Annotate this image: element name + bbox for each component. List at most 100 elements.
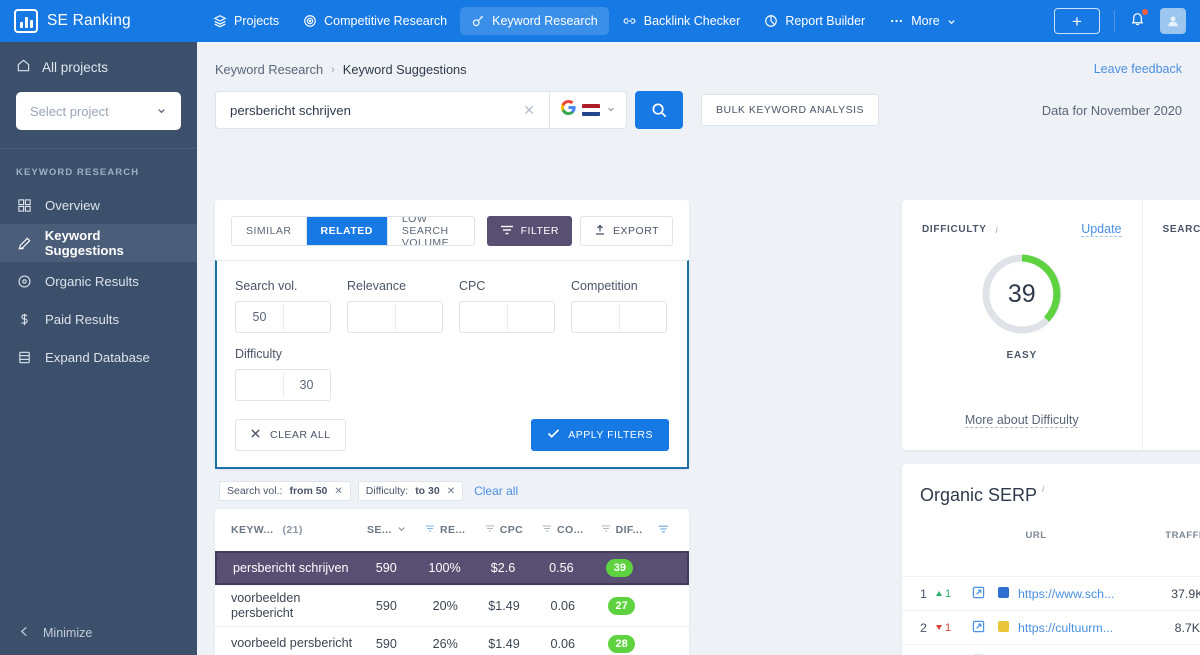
brand-logo-area[interactable]: SE Ranking <box>14 9 184 33</box>
sidebar: All projects Select project KEYWORD RESE… <box>0 42 197 655</box>
difficulty-update-link[interactable]: Update <box>1081 222 1122 237</box>
sidebar-all-projects[interactable]: All projects <box>16 58 181 76</box>
filter-icon[interactable] <box>425 524 435 536</box>
breadcrumb-root[interactable]: Keyword Research <box>215 62 323 77</box>
sidebar-all-projects-label: All projects <box>42 59 109 75</box>
search-input[interactable] <box>230 102 520 118</box>
sidebar-minimize-button[interactable]: Minimize <box>0 610 197 655</box>
nav-item-report-builder[interactable]: Report Builder <box>753 7 876 35</box>
nav-item-backlink-checker[interactable]: Backlink Checker <box>611 7 752 35</box>
sidebar-section-label: KEYWORD RESEARCH <box>16 167 140 178</box>
close-icon <box>250 428 261 442</box>
difficulty-rating: EASY <box>1006 350 1037 361</box>
clear-search-icon[interactable]: ✕ <box>519 102 539 119</box>
nav-item-competitive-research[interactable]: Competitive Research <box>292 7 458 35</box>
serp-url[interactable]: https://cultuurm... <box>1018 621 1152 635</box>
export-icon <box>594 224 606 239</box>
column-header-keyword[interactable]: KEYW... (21) <box>231 524 357 536</box>
difficulty-gauge-wrap: 39 EASY <box>922 251 1122 361</box>
column-header-competition[interactable]: CO... <box>533 524 592 536</box>
pie-chart-icon <box>764 14 778 28</box>
table-row[interactable]: voorbeelden persbericht 590 20% $1.49 0.… <box>215 585 689 626</box>
sidebar-item-overview[interactable]: Overview <box>0 186 197 224</box>
ellipsis-icon <box>889 14 904 28</box>
project-select[interactable]: Select project <box>16 92 181 130</box>
filter-chip-search-volume[interactable]: Search vol.: from 50 ✕ <box>219 481 351 501</box>
check-icon <box>547 428 560 442</box>
cell-competition: 0.56 <box>549 561 574 575</box>
search-engine-country-selector[interactable] <box>550 91 627 129</box>
filter-button[interactable]: FILTER <box>486 216 573 246</box>
keyword-search-box[interactable]: ✕ <box>215 91 550 129</box>
sidebar-item-organic-results[interactable]: Organic Results <box>0 262 197 300</box>
bulk-keyword-analysis-button[interactable]: BULK KEYWORD ANALYSIS <box>701 94 880 126</box>
external-link-icon[interactable] <box>972 586 998 602</box>
arrow-up-icon <box>936 591 942 596</box>
tab-similar[interactable]: SIMILAR <box>232 217 307 245</box>
nav-item-projects[interactable]: Projects <box>202 7 290 35</box>
column-header-relevance[interactable]: RE... <box>416 524 475 536</box>
info-icon[interactable]: i <box>1042 484 1044 494</box>
tab-related[interactable]: RELATED <box>306 217 388 245</box>
filter-to-difficulty[interactable]: 30 <box>283 378 330 392</box>
difficulty-gauge: 39 <box>979 251 1065 337</box>
nav-item-more[interactable]: More <box>878 7 966 35</box>
add-button[interactable]: + <box>1054 8 1100 34</box>
sidebar-item-keyword-suggestions[interactable]: Keyword Suggestions <box>0 224 197 262</box>
remove-chip-icon[interactable]: ✕ <box>447 486 455 497</box>
filter-label-cpc: CPC <box>459 279 486 293</box>
sidebar-item-expand-database[interactable]: Expand Database <box>0 338 197 376</box>
divider <box>283 373 284 397</box>
serp-row[interactable]: 2 1 https://cultuurm... 8.7K $8K 8.5K <box>902 610 1200 644</box>
tab-low-search-volume[interactable]: LOW SEARCH VOLUME <box>387 217 474 245</box>
suggestions-toolbar: SIMILAR RELATED LOW SEARCH VOLUME FILTER… <box>215 200 689 260</box>
column-header-search-volume[interactable]: SE... <box>357 524 416 536</box>
apply-filters-button[interactable]: APPLY FILTERS <box>531 419 669 451</box>
external-link-icon[interactable] <box>972 620 998 636</box>
serp-row[interactable]: 3 https://www.ma... 67.1K $45K 11.1K <box>902 644 1200 655</box>
filter-input-search-volume[interactable]: 50 <box>235 301 331 333</box>
info-icon[interactable]: i <box>996 225 998 235</box>
table-row[interactable]: voorbeeld persbericht 590 26% $1.49 0.06… <box>215 626 689 655</box>
column-header-actions[interactable] <box>651 524 677 537</box>
filter-input-cpc[interactable] <box>459 301 555 333</box>
filter-from-search-volume[interactable]: 50 <box>236 310 283 324</box>
arrow-left-icon <box>18 625 31 641</box>
nav-item-keyword-research[interactable]: Keyword Research <box>460 7 609 35</box>
serp-position: 1 <box>920 586 927 601</box>
country-flag-icon-netherlands <box>581 104 600 116</box>
search-submit-button[interactable] <box>635 91 683 129</box>
clear-all-chips-link[interactable]: Clear all <box>474 484 518 498</box>
chip-value-difficulty: to 30 <box>415 485 440 497</box>
filter-input-competition[interactable] <box>571 301 667 333</box>
filter-icon[interactable] <box>658 524 669 537</box>
filter-chip-difficulty[interactable]: Difficulty: to 30 ✕ <box>357 481 464 501</box>
sidebar-top: All projects Select project <box>0 42 197 149</box>
filter-icon[interactable] <box>542 524 552 536</box>
user-avatar[interactable] <box>1160 8 1186 34</box>
column-header-cpc[interactable]: CPC <box>475 524 534 536</box>
filter-icon[interactable] <box>601 524 611 536</box>
remove-chip-icon[interactable]: ✕ <box>334 486 342 497</box>
sidebar-item-paid-results[interactable]: Paid Results <box>0 300 197 338</box>
notifications-button[interactable] <box>1129 9 1148 32</box>
dollar-icon <box>16 312 33 327</box>
filter-icon[interactable] <box>485 524 495 536</box>
clear-all-filters-button[interactable]: CLEAR ALL <box>235 419 346 451</box>
key-icon <box>471 14 485 28</box>
column-header-difficulty[interactable]: DIF... <box>592 524 651 536</box>
chevron-down-icon[interactable] <box>397 524 406 536</box>
export-keywords-button[interactable]: EXPORT <box>580 216 673 246</box>
top-nav-items: Projects Competitive Research Keyword Re… <box>202 7 967 35</box>
table-row[interactable]: persbericht schrijven 590 100% $2.6 0.56… <box>215 551 689 585</box>
filter-input-relevance[interactable] <box>347 301 443 333</box>
leave-feedback-link[interactable]: Leave feedback <box>1094 62 1182 76</box>
more-about-difficulty-link[interactable]: More about Difficulty <box>964 413 1079 428</box>
filter-icon <box>500 224 514 239</box>
serp-row[interactable]: 1 1 https://www.sch... 37.9K $37.3K 14.9… <box>902 576 1200 610</box>
difficulty-metric: DIFFICULTY i Update 39 EASY More about D… <box>902 200 1142 450</box>
right-column: DIFFICULTY i Update 39 EASY More about D… <box>902 200 1200 655</box>
serp-url[interactable]: https://www.sch... <box>1018 587 1152 601</box>
filter-input-difficulty[interactable]: 30 <box>235 369 331 401</box>
organic-serp-title: Organic SERP <box>920 484 1038 505</box>
